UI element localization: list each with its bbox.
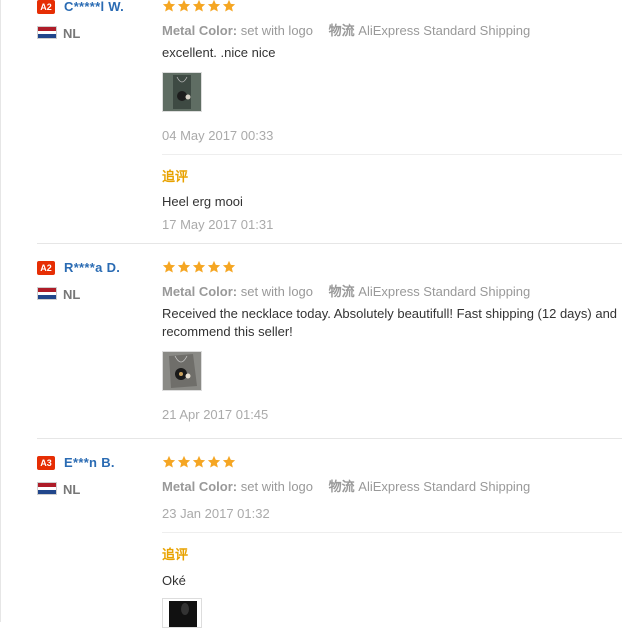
star-icon xyxy=(177,0,191,12)
metal-color-key: Metal Color: xyxy=(162,284,238,299)
followup-text: Heel erg mooi xyxy=(162,194,243,209)
review-photo-thumbnail[interactable] xyxy=(162,598,202,628)
followup-divider xyxy=(162,154,622,155)
followup-label: 追评 xyxy=(162,169,189,184)
product-attributes: Metal Color: set with logo 物流 AliExpress… xyxy=(162,476,530,495)
star-icon xyxy=(192,260,206,273)
necklace-photo-icon xyxy=(163,352,201,390)
star-icon xyxy=(162,260,176,273)
metal-color-value: set with logo xyxy=(240,284,314,299)
star-icon xyxy=(222,455,236,468)
star-icon xyxy=(192,455,206,468)
star-icon xyxy=(207,260,221,273)
rating-stars xyxy=(162,260,236,274)
nl-flag-icon xyxy=(37,482,57,495)
buyer-name[interactable]: C*****l W. xyxy=(64,0,124,14)
star-icon xyxy=(162,455,176,468)
left-border xyxy=(0,0,1,622)
star-icon xyxy=(207,455,221,468)
star-icon xyxy=(192,0,206,12)
star-icon xyxy=(177,260,191,273)
buyer-level-badge: A2 xyxy=(37,0,55,14)
logistics-value: AliExpress Standard Shipping xyxy=(358,284,531,299)
star-icon xyxy=(222,260,236,273)
star-icon xyxy=(222,0,236,12)
logistics-key: 物流 xyxy=(328,23,355,38)
star-icon xyxy=(177,455,191,468)
product-attributes: Metal Color: set with logo 物流 AliExpress… xyxy=(162,20,530,39)
followup-divider xyxy=(162,532,622,533)
star-icon xyxy=(207,0,221,12)
logistics-value: AliExpress Standard Shipping xyxy=(358,479,531,494)
logistics-key: 物流 xyxy=(328,479,355,494)
review-divider xyxy=(37,243,622,244)
buyer-level-badge: A3 xyxy=(37,456,55,470)
buyer-country: NL xyxy=(63,482,81,497)
metal-color-key: Metal Color: xyxy=(162,23,238,38)
nl-flag-icon xyxy=(37,26,57,39)
buyer-country: NL xyxy=(63,26,81,41)
metal-color-key: Metal Color: xyxy=(162,479,238,494)
buyer-level-badge: A2 xyxy=(37,261,55,275)
review-date: 04 May 2017 00:33 xyxy=(162,128,274,143)
review-photo-thumbnail[interactable] xyxy=(162,351,202,391)
review-date: 23 Jan 2017 01:32 xyxy=(162,506,270,521)
necklace-photo-icon xyxy=(163,599,201,627)
review-text: Received the necklace today. Absolutely … xyxy=(162,306,618,339)
followup-label: 追评 xyxy=(162,547,189,562)
logistics-value: AliExpress Standard Shipping xyxy=(358,23,531,38)
buyer-name[interactable]: R****a D. xyxy=(64,260,120,275)
buyer-name[interactable]: E***n B. xyxy=(64,455,115,470)
review-text: excellent. .nice nice xyxy=(162,45,276,60)
nl-flag-icon xyxy=(37,287,57,300)
product-attributes: Metal Color: set with logo 物流 AliExpress… xyxy=(162,281,530,300)
buyer-country: NL xyxy=(63,287,81,302)
followup-text: Oké xyxy=(162,573,186,588)
followup-date: 17 May 2017 01:31 xyxy=(162,217,274,232)
rating-stars xyxy=(162,0,236,13)
metal-color-value: set with logo xyxy=(240,479,314,494)
review-divider xyxy=(37,438,622,439)
review-photo-thumbnail[interactable] xyxy=(162,72,202,112)
review-date: 21 Apr 2017 01:45 xyxy=(162,407,269,422)
rating-stars xyxy=(162,455,236,469)
star-icon xyxy=(162,0,176,12)
logistics-key: 物流 xyxy=(328,284,355,299)
metal-color-value: set with logo xyxy=(240,23,314,38)
necklace-photo-icon xyxy=(163,73,201,111)
